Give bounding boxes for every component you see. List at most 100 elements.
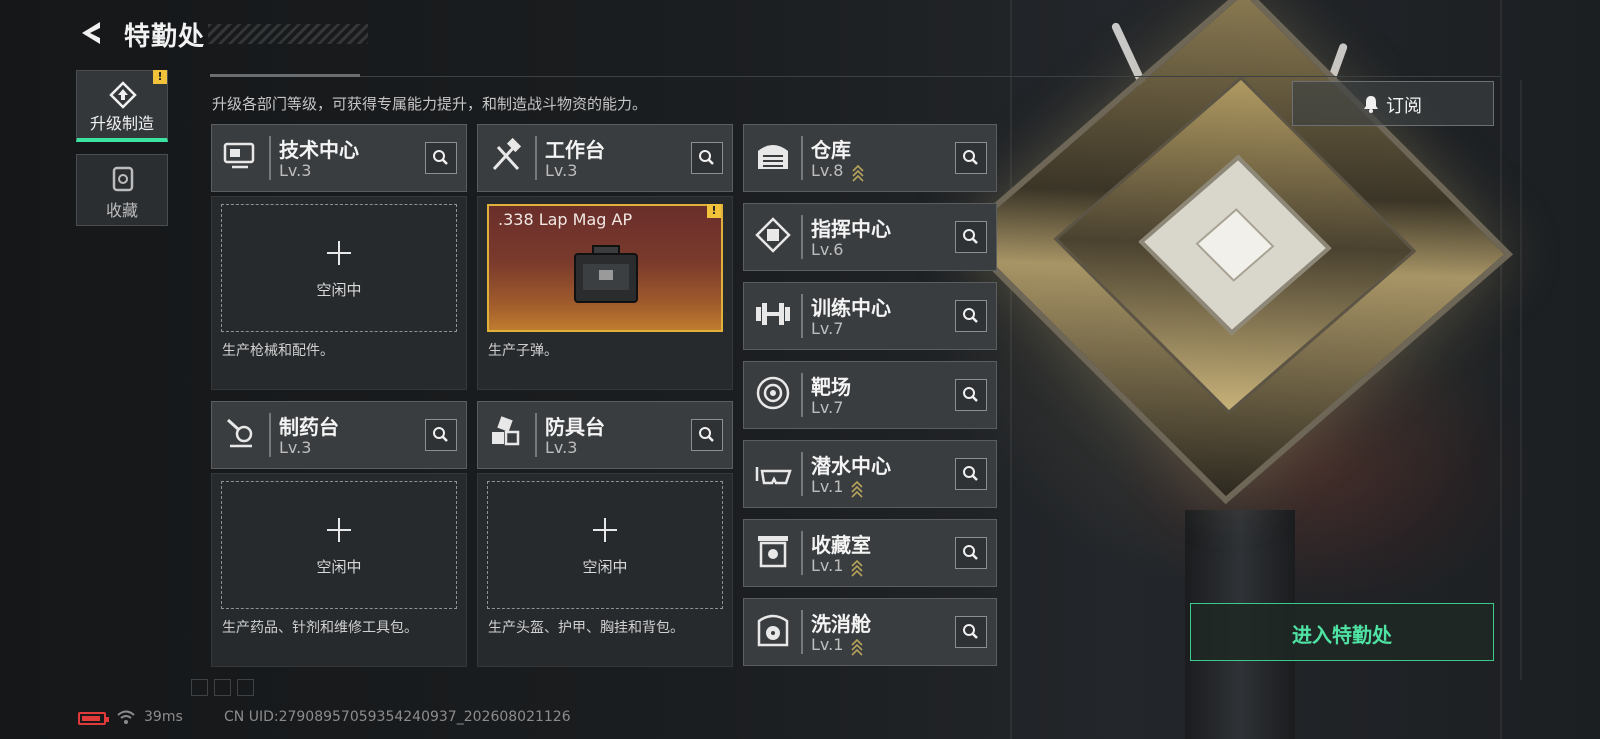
workbench-icon: [488, 137, 526, 179]
upgrade-chevron-icon: [851, 559, 863, 577]
idle-slot[interactable]: 空闲中: [221, 204, 457, 332]
search-button[interactable]: [691, 142, 723, 174]
production-panel-pharmacy: 空闲中 生产药品、针剂和维修工具包。: [211, 473, 467, 667]
nav-upgrade[interactable]: ! 升级制造: [76, 70, 168, 142]
separator: [801, 531, 803, 575]
facility-level: Lv.1: [811, 477, 844, 496]
facility-level: Lv.3: [279, 161, 312, 180]
facility-name: 防具台: [545, 415, 605, 439]
magnifier-icon: [963, 466, 978, 481]
search-button[interactable]: [955, 616, 987, 648]
product-slot[interactable]: .338 Lap Mag AP !: [487, 204, 723, 332]
facility-level: Lv.7: [811, 319, 844, 338]
back-arrow-icon[interactable]: [76, 18, 106, 48]
tech-center-icon: [222, 137, 260, 179]
slot-status: 空闲中: [582, 558, 628, 576]
card-armor-bench[interactable]: 防具台 Lv.3: [477, 401, 733, 469]
production-desc: 生产头盔、护甲、胸挂和背包。: [488, 620, 684, 636]
user-uid: CN UID:27908957059354240937_202608021126: [224, 709, 571, 725]
separator: [801, 373, 803, 417]
separator: [801, 452, 803, 496]
collection-room-icon: [754, 532, 792, 574]
production-panel-armor-bench: 空闲中 生产头盔、护甲、胸挂和背包。: [477, 473, 733, 667]
separator: [801, 136, 803, 180]
subscribe-button[interactable]: 订阅: [1292, 81, 1494, 126]
card-shooting-range[interactable]: 靶场 Lv.7: [743, 361, 997, 429]
divider-mark: [210, 74, 360, 77]
magnifier-icon: [963, 387, 978, 402]
search-button[interactable]: [955, 537, 987, 569]
collection-icon: [112, 166, 134, 192]
facility-name: 工作台: [545, 138, 605, 162]
separator: [801, 294, 803, 338]
separator: [535, 413, 537, 457]
production-desc: 生产药品、针剂和维修工具包。: [222, 620, 418, 636]
separator: [801, 215, 803, 259]
idle-slot[interactable]: 空闲中: [487, 481, 723, 609]
magnifier-icon: [963, 545, 978, 560]
card-training-center[interactable]: 训练中心 Lv.7: [743, 282, 997, 350]
facility-level: Lv.8: [811, 161, 844, 180]
magnifier-icon: [963, 229, 978, 244]
upgrade-chevron-icon: [851, 638, 863, 656]
upgrade-icon: [109, 81, 137, 109]
battery-icon: [78, 712, 109, 725]
idle-slot[interactable]: 空闲中: [221, 481, 457, 609]
divider: [210, 76, 1500, 77]
search-button[interactable]: [425, 142, 457, 174]
facility-level: Lv.7: [811, 398, 844, 417]
intro-text: 升级各部门等级，可获得专属能力提升，和制造战斗物资的能力。: [212, 95, 648, 113]
magnifier-icon: [699, 150, 714, 165]
search-button[interactable]: [955, 458, 987, 490]
search-button[interactable]: [955, 142, 987, 174]
plus-icon: [327, 241, 351, 265]
card-pharmacy[interactable]: 制药台 Lv.3: [211, 401, 467, 469]
training-icon: [754, 295, 792, 337]
decontamination-icon: [754, 611, 792, 653]
ping-readout: 39ms: [144, 709, 183, 725]
magnifier-icon: [699, 427, 714, 442]
enter-label: 进入特勤处: [1292, 623, 1392, 647]
card-warehouse[interactable]: 仓库 Lv.8: [743, 124, 997, 192]
separator: [535, 136, 537, 180]
magnifier-icon: [433, 150, 448, 165]
decor-square: [237, 679, 254, 696]
nav-collection[interactable]: 收藏: [76, 154, 168, 226]
bell-icon: [1364, 96, 1378, 113]
decor-square: [191, 679, 208, 696]
wifi-icon: [117, 710, 135, 724]
search-button[interactable]: [425, 419, 457, 451]
search-button[interactable]: [955, 221, 987, 253]
command-center-icon: [754, 216, 792, 258]
search-button[interactable]: [691, 419, 723, 451]
decor-square: [214, 679, 231, 696]
upgrade-chevron-icon: [852, 164, 864, 182]
enter-special-ops-button[interactable]: 进入特勤处: [1190, 603, 1494, 661]
facility-name: 洗消舱: [811, 612, 871, 636]
target-icon: [754, 374, 792, 416]
card-command-center[interactable]: 指挥中心 Lv.6: [743, 203, 997, 271]
card-decontamination[interactable]: 洗消舱 Lv.1: [743, 598, 997, 666]
facility-level: Lv.1: [811, 635, 844, 654]
plus-icon: [327, 518, 351, 542]
card-collection-room[interactable]: 收藏室 Lv.1: [743, 519, 997, 587]
slot-status: 空闲中: [316, 558, 362, 576]
card-tech-center[interactable]: 技术中心 Lv.3: [211, 124, 467, 192]
production-panel-tech-center: 空闲中 生产枪械和配件。: [211, 196, 467, 390]
search-button[interactable]: [955, 379, 987, 411]
separator: [269, 413, 271, 457]
magnifier-icon: [963, 624, 978, 639]
ammo-box-icon: [574, 245, 638, 303]
nav-upgrade-label: 升级制造: [89, 114, 154, 133]
facility-name: 训练中心: [811, 296, 891, 320]
warehouse-icon: [754, 137, 792, 179]
facility-level: Lv.3: [545, 438, 578, 457]
search-button[interactable]: [955, 300, 987, 332]
plus-icon: [593, 518, 617, 542]
facility-name: 仓库: [811, 138, 851, 162]
card-diving-center[interactable]: 潜水中心 Lv.1: [743, 440, 997, 508]
page-title: 特勤处: [124, 22, 206, 52]
nav-collection-label: 收藏: [105, 201, 138, 220]
diving-icon: [754, 453, 792, 495]
card-workbench[interactable]: 工作台 Lv.3: [477, 124, 733, 192]
